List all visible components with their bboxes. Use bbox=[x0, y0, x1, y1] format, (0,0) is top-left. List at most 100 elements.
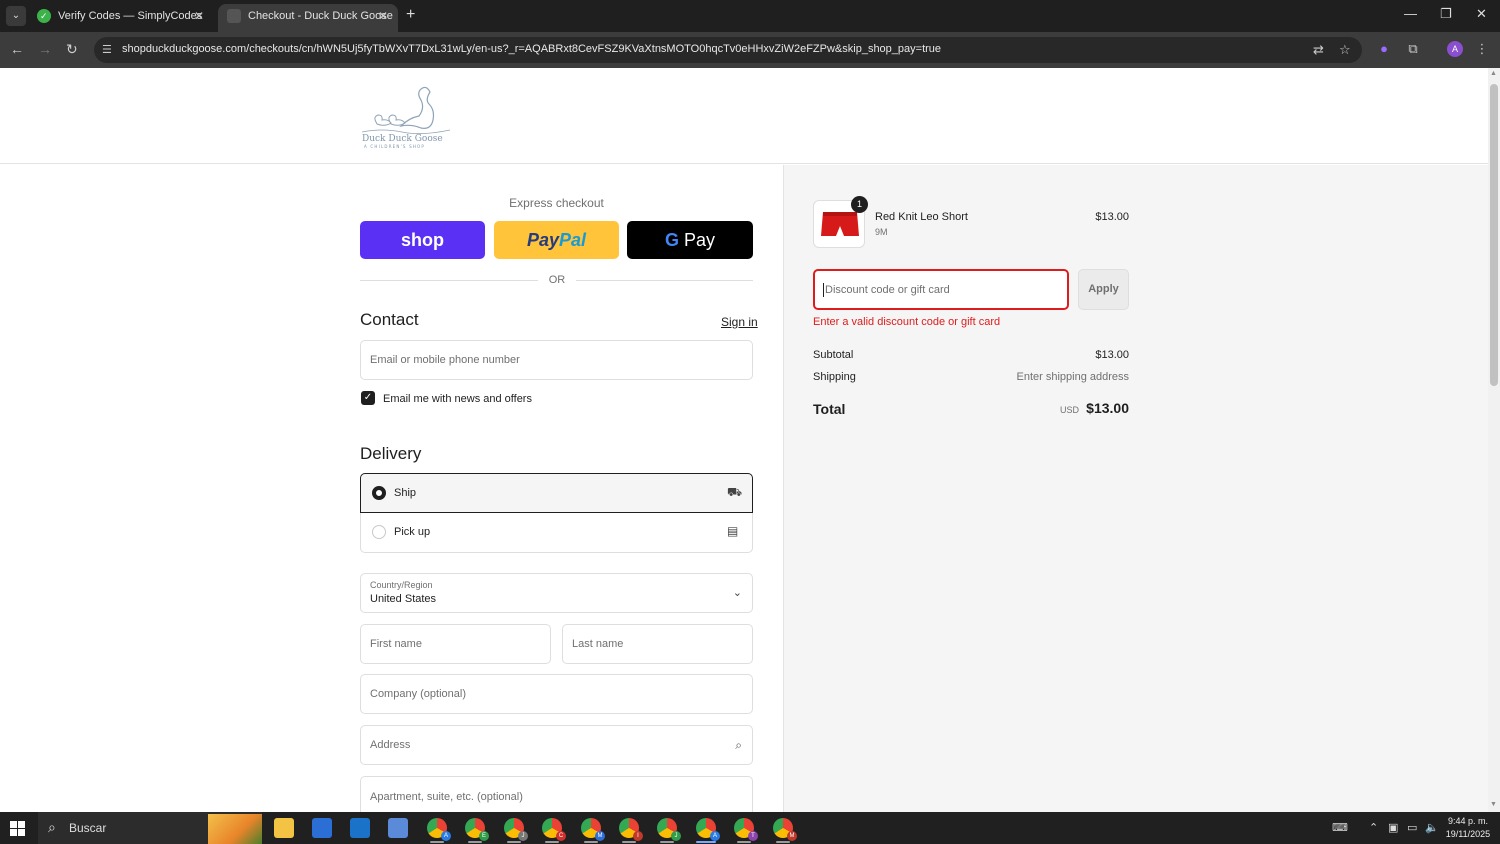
company-placeholder: Company (optional) bbox=[370, 688, 466, 700]
paypal-label-part1: Pay bbox=[526, 230, 559, 250]
chrome-icon[interactable]: E bbox=[465, 818, 489, 841]
running-indicator bbox=[545, 841, 559, 843]
chrome-icon[interactable]: M bbox=[581, 818, 605, 841]
apply-discount-button[interactable]: Apply bbox=[1078, 269, 1129, 310]
divider-left bbox=[360, 280, 538, 281]
scroll-down-icon[interactable]: ▼ bbox=[1490, 801, 1497, 808]
profile-avatar[interactable]: A bbox=[1447, 41, 1463, 57]
discount-error-message: Enter a valid discount code or gift card bbox=[813, 316, 1001, 328]
tab-checkout[interactable]: Checkout - Duck Duck Goose ✕ bbox=[218, 4, 398, 32]
chrome-icon[interactable]: M bbox=[773, 818, 797, 841]
company-field[interactable]: Company (optional) bbox=[360, 674, 753, 714]
tab-title: Checkout - Duck Duck Goose bbox=[248, 10, 393, 22]
chrome-icon[interactable]: I bbox=[619, 818, 643, 841]
volume-icon[interactable]: 🔈 bbox=[1425, 821, 1439, 834]
email-placeholder: Email or mobile phone number bbox=[370, 354, 520, 366]
apartment-field[interactable]: Apartment, suite, etc. (optional) bbox=[360, 776, 753, 812]
logo-wordmark: Duck Duck Goose bbox=[362, 134, 443, 144]
scroll-up-icon[interactable]: ▲ bbox=[1490, 70, 1497, 77]
calculator-icon[interactable] bbox=[388, 818, 408, 838]
pickup-radio[interactable] bbox=[372, 525, 386, 539]
delivery-option-ship[interactable]: Ship ⛟ bbox=[360, 473, 753, 513]
newsletter-label: Email me with news and offers bbox=[383, 393, 532, 405]
paypal-button[interactable]: PayPal bbox=[494, 221, 619, 259]
search-highlight-image[interactable] bbox=[208, 814, 262, 844]
first-name-field[interactable]: First name bbox=[360, 624, 551, 664]
shipping-label: Shipping bbox=[813, 371, 856, 383]
running-indicator bbox=[430, 841, 444, 843]
delivery-option-pickup[interactable]: Pick up ▤ bbox=[360, 513, 753, 553]
minimize-icon[interactable]: — bbox=[1404, 6, 1417, 21]
running-indicator bbox=[468, 841, 482, 843]
chrome-icon[interactable]: C bbox=[542, 818, 566, 841]
or-divider-label: OR bbox=[548, 274, 566, 286]
address-field[interactable]: Address ⌕ bbox=[360, 725, 753, 765]
window-close-icon[interactable]: ✕ bbox=[1476, 6, 1487, 22]
text-caret bbox=[823, 283, 824, 297]
browser-menu-icon[interactable]: ⋮ bbox=[1474, 41, 1490, 57]
new-tab-icon[interactable]: + bbox=[406, 6, 415, 24]
last-name-field[interactable]: Last name bbox=[562, 624, 753, 664]
country-value: United States bbox=[370, 593, 437, 605]
total-currency: USD bbox=[1060, 405, 1080, 415]
chrome-icon-active[interactable]: A bbox=[696, 818, 720, 841]
address-bar[interactable]: ☰ shopduckduckgoose.com/checkouts/cn/hWN… bbox=[94, 37, 1362, 63]
newsletter-checkbox[interactable]: ✓ bbox=[361, 391, 375, 405]
running-indicator bbox=[660, 841, 674, 843]
ship-radio[interactable] bbox=[372, 486, 386, 500]
tab-search-button[interactable]: ⌄ bbox=[6, 6, 26, 26]
tab-simplycodes[interactable]: Verify Codes — SimplyCodes ✕ bbox=[28, 4, 214, 32]
network-icon[interactable]: ▭ bbox=[1407, 821, 1417, 834]
chrome-icon[interactable]: T bbox=[734, 818, 758, 841]
country-select[interactable]: Country/Region United States ⌄ bbox=[360, 573, 753, 613]
close-tab-icon[interactable]: ✕ bbox=[194, 4, 204, 28]
extension-simplycodes-icon[interactable]: ● bbox=[1376, 41, 1392, 57]
store-favicon-icon bbox=[227, 9, 241, 23]
chrome-icon[interactable]: J bbox=[657, 818, 681, 841]
microsoft-store-icon[interactable] bbox=[312, 818, 332, 838]
translate-icon[interactable]: ⇄ bbox=[1313, 42, 1324, 58]
system-clock[interactable]: 9:44 p. m. 19/11/2025 bbox=[1442, 815, 1494, 841]
windows-start-icon[interactable] bbox=[10, 821, 25, 836]
extensions-puzzle-icon[interactable]: ⧉ bbox=[1405, 41, 1421, 57]
scrollbar-thumb[interactable] bbox=[1490, 84, 1498, 386]
taskbar-search-placeholder: Buscar bbox=[69, 821, 107, 835]
delivery-heading: Delivery bbox=[360, 444, 422, 463]
close-tab-icon[interactable]: ✕ bbox=[378, 4, 388, 28]
reload-icon[interactable]: ↻ bbox=[66, 40, 78, 58]
search-icon: ⌕ bbox=[48, 819, 56, 835]
chrome-icon[interactable]: A bbox=[427, 818, 451, 841]
contact-heading: Contact bbox=[360, 310, 419, 329]
forward-icon[interactable]: → bbox=[38, 40, 52, 58]
duck-duck-goose-logo[interactable]: Duck Duck Goose A CHILDREN'S SHOP bbox=[360, 82, 452, 150]
back-icon[interactable]: ← bbox=[10, 40, 24, 58]
product-price: $13.00 bbox=[1095, 211, 1129, 223]
email-field[interactable]: Email or mobile phone number bbox=[360, 340, 753, 380]
page-scrollbar[interactable]: ▲ ▼ bbox=[1488, 68, 1500, 812]
site-info-icon[interactable]: ☰ bbox=[102, 43, 116, 57]
google-pay-button[interactable]: G Pay bbox=[627, 221, 753, 259]
shop-pay-button[interactable]: shop bbox=[360, 221, 485, 259]
quantity-badge: 1 bbox=[851, 196, 868, 213]
chrome-icon[interactable]: J bbox=[504, 818, 528, 841]
simplycodes-favicon-icon bbox=[37, 4, 51, 28]
pickup-label: Pick up bbox=[394, 526, 431, 538]
running-indicator bbox=[776, 841, 790, 843]
country-label: Country/Region bbox=[370, 580, 433, 590]
tray-chevron-up-icon[interactable]: ⌃ bbox=[1369, 821, 1378, 834]
discount-code-input[interactable]: Discount code or gift card bbox=[813, 269, 1069, 310]
clock-date: 19/11/2025 bbox=[1445, 829, 1491, 839]
running-indicator bbox=[622, 841, 636, 843]
clock-time: 9:44 p. m. bbox=[1447, 816, 1489, 826]
outlook-icon[interactable] bbox=[350, 818, 370, 838]
subtotal-label: Subtotal bbox=[813, 349, 854, 361]
sign-in-link[interactable]: Sign in bbox=[721, 315, 758, 329]
logo-subtext: A CHILDREN'S SHOP bbox=[364, 144, 425, 149]
bookmark-star-icon[interactable]: ☆ bbox=[1339, 42, 1351, 58]
file-explorer-icon[interactable] bbox=[274, 818, 294, 838]
restore-icon[interactable]: ❐ bbox=[1440, 6, 1452, 22]
keyboard-icon[interactable]: ⌨ bbox=[1332, 821, 1348, 834]
browser-toolbar: ← → ↻ ☰ shopduckduckgoose.com/checkouts/… bbox=[0, 32, 1500, 68]
apartment-placeholder: Apartment, suite, etc. (optional) bbox=[370, 791, 523, 803]
security-icon[interactable]: ▣ bbox=[1388, 821, 1398, 834]
